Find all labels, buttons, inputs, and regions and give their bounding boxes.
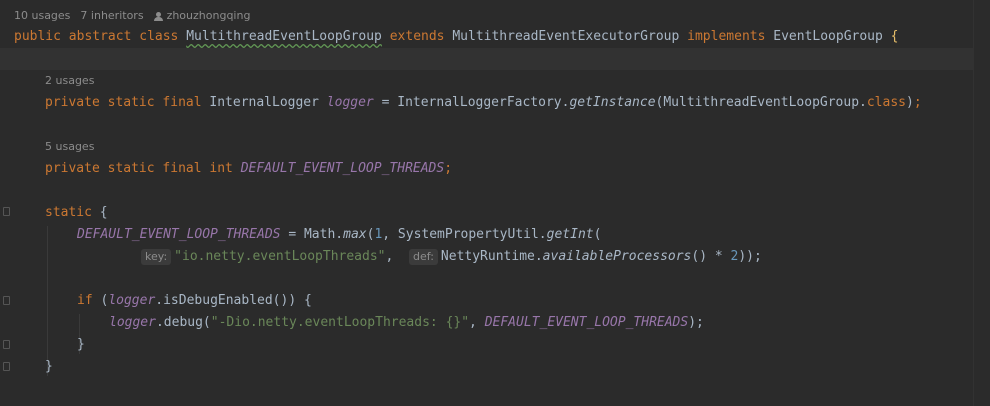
keyword-static: static — [107, 95, 155, 110]
assign-math: = Math. — [280, 227, 344, 242]
semicolon: ; — [913, 95, 922, 110]
debug-call[interactable]: .debug( — [156, 315, 211, 330]
args-comma: , — [385, 249, 402, 264]
keyword-public: public — [14, 29, 61, 44]
inheritors-link[interactable]: 7 inheritors — [80, 6, 143, 26]
key-param-hint: key: — [141, 249, 172, 265]
logger-field-name[interactable]: logger — [327, 95, 374, 110]
max-method[interactable]: max — [343, 227, 366, 242]
author-hint[interactable]: zhouzhongqing — [153, 6, 251, 26]
keyword-class: class — [139, 29, 179, 44]
get-instance-method[interactable]: getInstance — [569, 95, 655, 110]
user-icon — [153, 11, 163, 21]
fold-marker-icon[interactable] — [3, 362, 10, 371]
keyword-final: final — [162, 95, 202, 110]
debug-close: ); — [688, 315, 704, 330]
vertical-scrollbar[interactable] — [973, 0, 990, 406]
logger-factory[interactable]: InternalLoggerFactory. — [397, 95, 569, 110]
keyword-static: static — [45, 205, 92, 220]
assign-field[interactable]: DEFAULT_EVENT_LOOP_THREADS — [77, 227, 281, 242]
keyword-implements: implements — [687, 29, 766, 44]
close-tail: )); — [738, 249, 762, 264]
threads-field-name[interactable]: DEFAULT_EVENT_LOOP_THREADS — [241, 161, 445, 176]
keyword-class-literal: class — [866, 95, 906, 110]
fold-marker-icon[interactable] — [3, 296, 10, 305]
property-util[interactable]: , SystemPropertyUtil. — [382, 227, 546, 242]
keyword-extends: extends — [389, 29, 445, 44]
assign-line[interactable]: DEFAULT_EVENT_LOOP_THREADS = Math.max(1,… — [77, 225, 601, 245]
keyword-private: private — [45, 95, 100, 110]
current-line-highlight — [0, 48, 974, 70]
if-open: ( — [92, 293, 109, 308]
debug-string[interactable]: "-Dio.netty.eventLoopThreads: {}" — [211, 315, 469, 330]
if-line[interactable]: if (logger.isDebugEnabled()) { — [77, 291, 312, 311]
threads-usages-hint[interactable]: 5 usages — [45, 137, 94, 157]
fold-marker-icon[interactable] — [3, 207, 10, 216]
logger-args: (MultithreadEventLoopGroup. — [655, 95, 867, 110]
key-string[interactable]: "io.netty.eventLoopThreads" — [174, 249, 385, 264]
fold-marker-icon[interactable] — [3, 340, 10, 349]
super-class-name[interactable]: MultithreadEventExecutorGroup — [452, 29, 679, 44]
is-debug-enabled-call[interactable]: .isDebugEnabled()) { — [155, 293, 312, 308]
debug-field[interactable]: DEFAULT_EVENT_LOOP_THREADS — [485, 315, 689, 330]
keyword-final: final — [162, 161, 202, 176]
class-declaration-line[interactable]: public abstract class MultithreadEventLo… — [14, 27, 899, 47]
class-usage-hint: 10 usages 7 inheritors zhouzhongqing — [14, 6, 250, 26]
static-block-line[interactable]: static { — [45, 203, 108, 223]
assign-operator: = — [373, 95, 398, 110]
keyword-int: int — [209, 161, 233, 176]
debug-line[interactable]: logger.debug("-Dio.netty.eventLoopThread… — [109, 313, 704, 333]
logger-usages-hint[interactable]: 2 usages — [45, 71, 94, 91]
usages-link[interactable]: 10 usages — [14, 6, 70, 26]
class-brace-open: { — [890, 29, 899, 44]
debug-logger[interactable]: logger — [109, 315, 156, 330]
code-editor[interactable]: 10 usages 7 inheritors zhouzhongqing pub… — [0, 0, 990, 406]
get-int-method[interactable]: getInt — [547, 227, 594, 242]
class-name[interactable]: MultithreadEventLoopGroup — [186, 29, 382, 44]
keyword-abstract: abstract — [68, 29, 132, 44]
keyword-private: private — [45, 161, 100, 176]
keyword-if: if — [77, 293, 93, 308]
if-close-line[interactable]: } — [77, 335, 85, 355]
paren-open-2: ( — [593, 227, 602, 242]
logger-args-close: ) — [906, 95, 914, 110]
call-tail: () * — [691, 249, 731, 264]
indent-guide — [47, 226, 48, 376]
def-param-hint: def: — [408, 249, 438, 265]
logger-field-line[interactable]: private static final InternalLogger logg… — [45, 93, 922, 113]
if-brace-close: } — [77, 337, 85, 352]
if-logger[interactable]: logger — [108, 293, 155, 308]
threads-field-line[interactable]: private static final int DEFAULT_EVENT_L… — [45, 159, 452, 179]
keyword-static: static — [107, 161, 155, 176]
static-brace-close: } — [45, 359, 53, 374]
logger-type[interactable]: InternalLogger — [209, 95, 319, 110]
available-processors-method[interactable]: availableProcessors — [543, 249, 692, 264]
static-brace-open: { — [99, 205, 108, 220]
debug-comma: , — [469, 315, 485, 330]
static-close-line[interactable]: } — [45, 357, 53, 377]
author-name: zhouzhongqing — [166, 9, 251, 22]
semicolon: ; — [444, 161, 453, 176]
runtime-class[interactable]: NettyRuntime. — [441, 249, 543, 264]
interface-name[interactable]: EventLoopGroup — [773, 29, 883, 44]
args-line[interactable]: key: "io.netty.eventLoopThreads", def: Net… — [141, 247, 762, 267]
